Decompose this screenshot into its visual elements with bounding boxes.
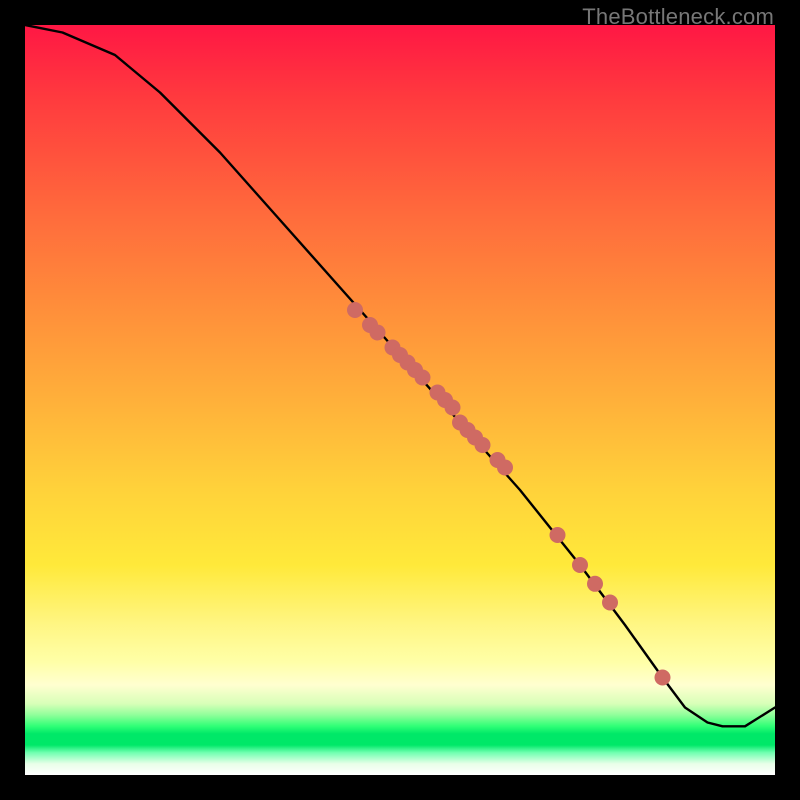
plot-area — [25, 25, 775, 775]
data-marker — [347, 302, 363, 318]
data-marker — [587, 576, 603, 592]
watermark-text: TheBottleneck.com — [582, 4, 774, 30]
data-marker — [655, 670, 671, 686]
bottleneck-curve — [25, 25, 775, 726]
marker-group — [347, 302, 671, 686]
data-marker — [602, 595, 618, 611]
data-marker — [497, 460, 513, 476]
curve-layer — [25, 25, 775, 775]
data-marker — [445, 400, 461, 416]
data-marker — [572, 557, 588, 573]
data-marker — [415, 370, 431, 386]
chart-frame: TheBottleneck.com — [0, 0, 800, 800]
data-marker — [550, 527, 566, 543]
data-marker — [370, 325, 386, 341]
data-marker — [475, 437, 491, 453]
